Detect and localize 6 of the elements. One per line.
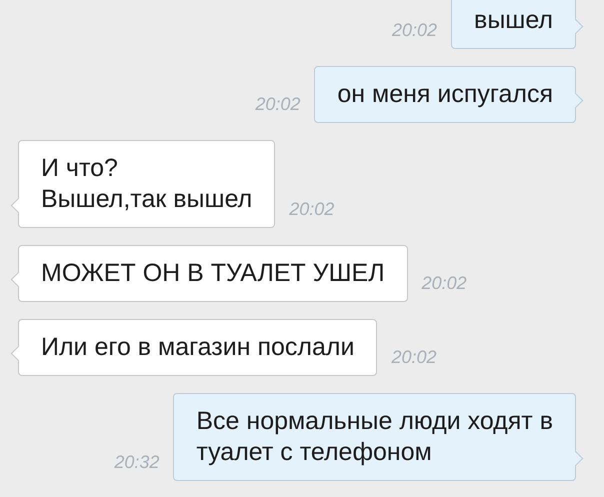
message-time: 20:02 — [255, 94, 300, 115]
message-time: 20:02 — [391, 347, 437, 368]
message-time: 20:32 — [114, 452, 160, 473]
message-time: 20:02 — [392, 20, 438, 41]
message-time: 20:02 — [289, 199, 334, 220]
message-time: 20:02 — [422, 273, 467, 294]
